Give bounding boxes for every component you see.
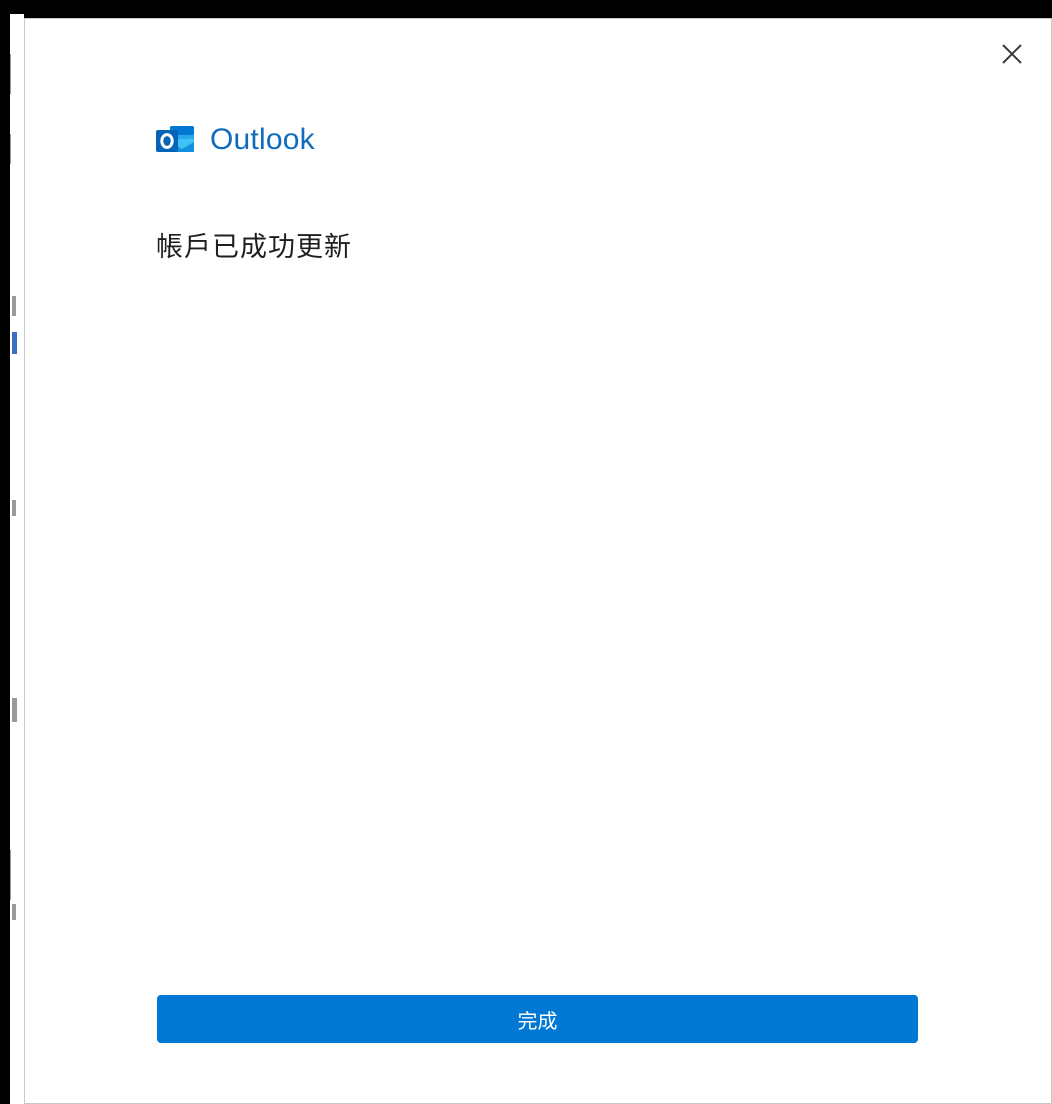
outlook-brand: Outlook (156, 120, 315, 160)
background-window-line (10, 54, 11, 94)
background-window-glyph (12, 904, 16, 920)
background-window-edge (10, 14, 24, 1104)
status-message: 帳戶已成功更新 (156, 232, 352, 263)
background-window-glyph (12, 500, 16, 516)
outlook-brand-name: Outlook (210, 123, 315, 156)
background-window-glyph (12, 698, 17, 722)
outlook-logo-icon (156, 122, 196, 158)
background-window-line (10, 850, 11, 900)
background-window-line (10, 134, 11, 164)
account-updated-dialog: Outlook 帳戶已成功更新 完成 (24, 18, 1052, 1104)
close-button[interactable] (997, 39, 1027, 69)
background-window-glyph (12, 296, 16, 316)
close-icon (1002, 44, 1022, 64)
background-window-link-glyph (12, 332, 17, 354)
done-button[interactable]: 完成 (157, 995, 918, 1043)
